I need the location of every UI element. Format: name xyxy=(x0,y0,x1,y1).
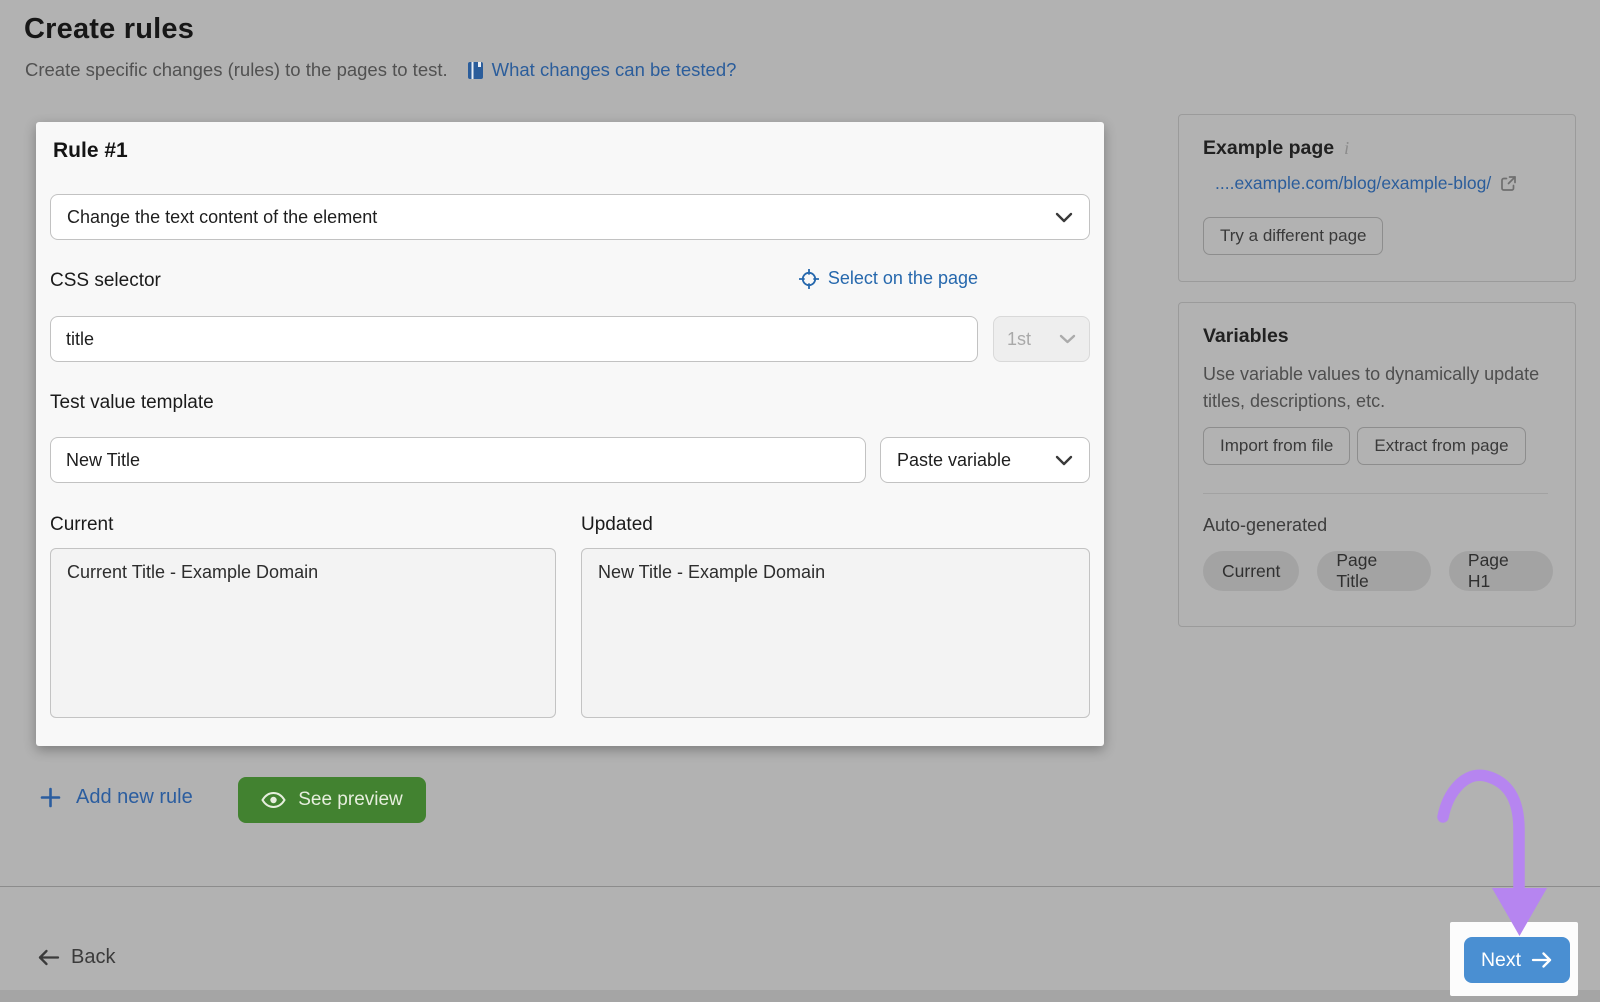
annotation-curved-arrow xyxy=(1398,738,1568,950)
auto-generated-label: Auto-generated xyxy=(1203,515,1327,536)
help-link-label[interactable]: What changes can be tested? xyxy=(492,59,737,81)
variable-pill-page-title[interactable]: Page Title xyxy=(1317,551,1431,591)
next-arrow-icon xyxy=(1531,952,1553,968)
rule-action-select[interactable]: Change the text content of the element xyxy=(50,194,1090,240)
try-different-page-button[interactable]: Try a different page xyxy=(1203,217,1383,255)
test-value-input[interactable] xyxy=(50,437,866,483)
paste-variable-label: Paste variable xyxy=(897,450,1011,471)
next-label[interactable]: Next xyxy=(1481,949,1521,972)
current-preview-text: Current Title - Example Domain xyxy=(67,562,318,582)
test-value-field-wrap xyxy=(50,437,866,483)
chevron-down-icon xyxy=(1055,455,1073,466)
variables-card: Variables Use variable values to dynamic… xyxy=(1178,302,1576,627)
plus-icon xyxy=(40,787,61,808)
chevron-down-icon xyxy=(1059,334,1076,344)
variable-pill-page-h1[interactable]: Page H1 xyxy=(1449,551,1553,591)
back-arrow-icon xyxy=(37,949,60,966)
rule-action-selected-value: Change the text content of the element xyxy=(67,207,377,228)
example-page-card: Example page i ....example.com/blog/exam… xyxy=(1178,114,1576,282)
occurrence-select: 1st xyxy=(993,316,1090,362)
variables-title: Variables xyxy=(1203,325,1289,348)
page-title: Create rules xyxy=(24,13,194,46)
updated-label: Updated xyxy=(581,514,653,536)
test-value-label: Test value template xyxy=(50,392,214,414)
current-preview-box: Current Title - Example Domain xyxy=(50,548,556,718)
eye-icon xyxy=(261,792,286,808)
select-on-page-label[interactable]: Select on the page xyxy=(828,268,978,289)
chevron-down-icon xyxy=(1055,212,1073,223)
select-on-page-link[interactable]: Select on the page xyxy=(799,268,978,289)
see-preview-button[interactable]: See preview xyxy=(238,777,426,823)
footer-divider xyxy=(0,886,1600,887)
import-from-file-button[interactable]: Import from file xyxy=(1203,427,1350,465)
back-label[interactable]: Back xyxy=(71,946,115,969)
example-page-title: Example page xyxy=(1203,137,1334,160)
extract-from-page-button[interactable]: Extract from page xyxy=(1357,427,1525,465)
help-link[interactable]: What changes can be tested? xyxy=(467,59,737,81)
variable-pill-current[interactable]: Current xyxy=(1203,551,1299,591)
next-button[interactable]: Next xyxy=(1464,937,1570,983)
css-selector-label: CSS selector xyxy=(50,270,161,292)
rule-title: Rule #1 xyxy=(53,139,128,163)
book-icon xyxy=(467,61,484,80)
occurrence-selected-value: 1st xyxy=(1007,329,1031,350)
see-preview-label[interactable]: See preview xyxy=(298,789,403,811)
page-subtitle: Create specific changes (rules) to the p… xyxy=(25,59,448,81)
example-page-url-link[interactable]: ....example.com/blog/example-blog/ xyxy=(1215,173,1491,194)
rule-card: Rule #1 Change the text content of the e… xyxy=(36,122,1104,746)
page-subtitle-row: Create specific changes (rules) to the p… xyxy=(25,59,736,81)
css-selector-input[interactable] xyxy=(50,316,978,362)
bottom-strip xyxy=(0,990,1600,1002)
variables-description: Use variable values to dynamically updat… xyxy=(1203,361,1543,415)
updated-preview-text: New Title - Example Domain xyxy=(598,562,825,582)
add-new-rule-button[interactable]: Add new rule xyxy=(40,786,193,809)
auto-generated-pills: Current Page Title Page H1 xyxy=(1203,551,1553,591)
variables-divider xyxy=(1203,493,1548,494)
target-icon xyxy=(799,269,819,289)
css-selector-field-wrap xyxy=(50,316,978,362)
external-link-icon[interactable] xyxy=(1500,175,1517,192)
current-label: Current xyxy=(50,514,113,536)
info-icon[interactable]: i xyxy=(1344,137,1349,159)
updated-preview-box: New Title - Example Domain xyxy=(581,548,1090,718)
add-new-rule-label[interactable]: Add new rule xyxy=(76,786,193,809)
back-button[interactable]: Back xyxy=(37,946,115,969)
paste-variable-select[interactable]: Paste variable xyxy=(880,437,1090,483)
